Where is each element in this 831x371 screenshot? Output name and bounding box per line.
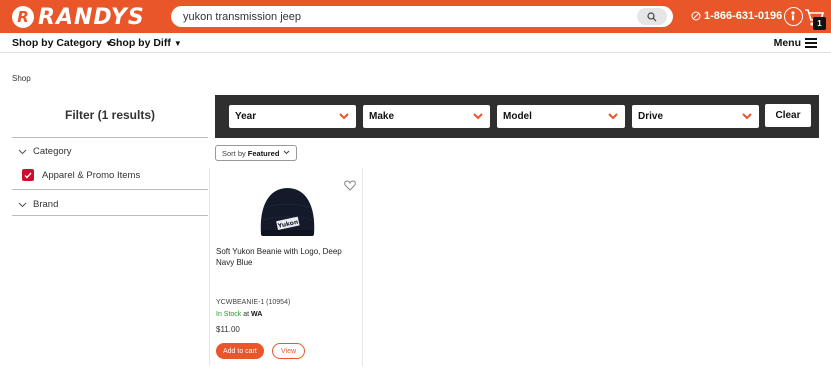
product-name[interactable]: Soft Yukon Beanie with Logo, Deep Navy B…	[216, 246, 358, 268]
heart-icon[interactable]	[344, 180, 356, 191]
stock-status: In Stock at WA	[216, 311, 262, 318]
chevron-down-icon	[18, 200, 27, 210]
facet-brand-label: Brand	[33, 199, 59, 210]
stock-status-label: In Stock	[216, 311, 242, 318]
search-bar	[171, 6, 673, 27]
drive-select-label: Drive	[638, 111, 664, 122]
chevron-down-icon	[608, 113, 618, 120]
checkbox-checked[interactable]	[22, 169, 34, 181]
nav-shop-by-diff[interactable]: Shop by Diff ▼	[109, 37, 182, 49]
category-option-apparel[interactable]: Apparel & Promo Items	[22, 169, 140, 181]
make-select[interactable]: Make	[363, 105, 490, 128]
facet-brand[interactable]: Brand	[18, 199, 58, 210]
nav-bar: Shop by Category ▼ Shop by Diff ▼ Menu	[0, 33, 831, 53]
divider	[12, 215, 208, 216]
chevron-down-icon	[473, 113, 483, 120]
view-button[interactable]: View	[272, 343, 306, 359]
chevron-down-icon	[339, 113, 349, 120]
stock-location: WA	[251, 311, 263, 318]
facet-category-label: Category	[33, 146, 72, 157]
cart-count-badge: 1	[813, 17, 826, 30]
year-select[interactable]: Year	[229, 105, 356, 128]
search-icon	[647, 11, 657, 21]
phone-link[interactable]: 1-866-631-0196	[691, 10, 782, 22]
clear-button[interactable]: Clear	[765, 104, 811, 127]
logo-mark-icon: R	[12, 6, 34, 28]
product-sku: YCWBEANIE-1 (10954)	[216, 299, 291, 306]
sort-dropdown[interactable]: Sort by Featured	[215, 145, 298, 161]
person-icon	[791, 11, 795, 21]
make-select-label: Make	[369, 111, 395, 122]
drive-select[interactable]: Drive	[632, 105, 759, 128]
product-image[interactable]: Yukon	[255, 178, 320, 242]
vehicle-selector-bar: Year Make Model Drive Clear	[215, 95, 819, 138]
sort-prefix: Sort by	[222, 148, 246, 158]
stock-at: at	[243, 311, 250, 318]
filter-title: Filter (1 results)	[64, 108, 156, 122]
model-select[interactable]: Model	[497, 105, 625, 128]
nav-shop-by-category-label: Shop by Category	[12, 37, 102, 49]
checkmark-icon	[24, 172, 32, 179]
search-button[interactable]	[637, 8, 667, 25]
nav-shop-by-diff-label: Shop by Diff	[109, 37, 171, 49]
top-header: R RANDYS 1-866-631-0196 1	[0, 0, 831, 33]
sort-value: Featured	[247, 148, 280, 158]
nav-shop-by-category[interactable]: Shop by Category ▼	[12, 37, 113, 49]
phone-number: 1-866-631-0196	[704, 10, 783, 22]
chevron-down-icon	[283, 150, 290, 157]
account-icon[interactable]	[784, 7, 803, 26]
randys-logo[interactable]: R RANDYS	[12, 4, 145, 30]
menu-button[interactable]: Menu	[774, 37, 817, 49]
breadcrumb[interactable]: Shop	[12, 74, 31, 83]
divider	[12, 189, 208, 190]
product-price: $11.00	[216, 325, 240, 334]
add-to-cart-button[interactable]: Add to cart	[216, 343, 264, 359]
chevron-down-icon	[18, 147, 27, 157]
facet-category[interactable]: Category	[18, 146, 72, 157]
divider	[12, 137, 208, 138]
category-option-label: Apparel & Promo Items	[42, 169, 141, 181]
hamburger-icon	[805, 38, 817, 48]
search-input[interactable]	[171, 7, 631, 26]
chevron-down-icon	[742, 113, 752, 120]
phone-icon	[691, 11, 701, 21]
caret-down-icon: ▼	[173, 38, 182, 48]
menu-label: Menu	[773, 37, 801, 49]
logo-text: RANDYS	[38, 4, 145, 30]
year-select-label: Year	[235, 111, 257, 122]
product-card: Yukon Soft Yukon Beanie with Logo, Deep …	[209, 168, 363, 366]
model-select-label: Model	[503, 111, 532, 122]
